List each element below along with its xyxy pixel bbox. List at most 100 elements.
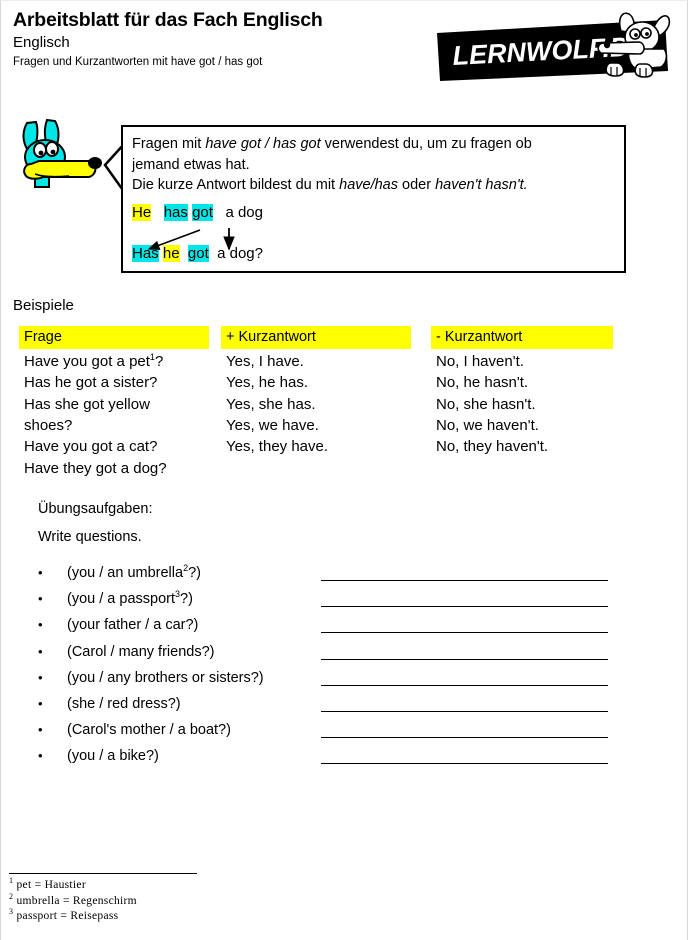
task-bullet-wrap: • (you / an umbrella2?): [38, 564, 201, 582]
page-title: Arbeitsblatt für das Fach Englisch: [13, 9, 323, 31]
worksheet-page: Arbeitsblatt für das Fach Englisch Engli…: [0, 0, 688, 940]
explanation-text-b: verwendest du, um zu fragen ob: [320, 136, 532, 152]
bullet-icon: •: [38, 565, 43, 580]
example-question-item: shoes?: [24, 416, 73, 434]
statement-word-got: got: [192, 203, 213, 221]
subject-label: Englisch: [13, 34, 70, 52]
exercises-instruction: Write questions.: [38, 529, 142, 545]
answer-line[interactable]: [321, 763, 608, 765]
example-positive-item: Yes, they have.: [226, 438, 329, 456]
task-bullet-wrap: • (you / a bike?): [38, 747, 159, 765]
example-negative-item: No, we haven't.: [436, 416, 539, 434]
question-word-got: got: [187, 245, 209, 263]
task-row: • (Carol / many friends?): [38, 643, 638, 669]
examples-column-negative: - Kurzantwort No, I haven't. No, he hasn…: [431, 326, 631, 479]
answer-line[interactable]: [321, 658, 608, 660]
exercises-label: Übungsaufgaben:: [38, 501, 153, 517]
example-negative-item: No, she hasn't.: [436, 395, 536, 413]
task-bullet-wrap: • (you / a passport3?): [38, 590, 193, 608]
task-text: (you / any brothers or sisters?): [67, 669, 264, 686]
example-positive-item: Yes, she has.: [226, 395, 316, 413]
task-text-main: (you / a passport: [67, 591, 175, 608]
explanation-text-a: Fragen mit: [132, 136, 206, 152]
example-statement-row: He has got a dog: [132, 202, 616, 223]
example-question-row: Has he got a dog?: [132, 243, 616, 264]
statement-word-tail: a dog: [225, 203, 263, 221]
footnote-item: 1 pet = Haustier: [9, 876, 309, 894]
task-row: • (your father / a car?): [38, 616, 638, 642]
answer-line[interactable]: [321, 606, 608, 608]
explanation-speech-bubble: Fragen mit have got / has got verwendest…: [121, 125, 626, 273]
answer-line[interactable]: [321, 737, 608, 739]
question-word-has: Has: [132, 245, 159, 263]
page-header: Arbeitsblatt für das Fach Englisch Engli…: [13, 9, 433, 70]
explanation-italic-have-has: have/has: [339, 177, 398, 194]
bullet-icon: •: [38, 591, 43, 607]
example-positive-item: Yes, we have.: [226, 416, 319, 434]
answer-line[interactable]: [321, 632, 608, 634]
examples-section-label: Beispiele: [13, 297, 74, 314]
bullet-icon: •: [38, 722, 43, 738]
footnote-text: pet = Haustier: [16, 879, 86, 891]
explanation-line-1: Fragen mit have got / has got verwendest…: [132, 134, 616, 155]
example-positive-item: Yes, I have.: [226, 353, 304, 371]
explanation-italic-havent-hasnt: haven't hasn't.: [435, 177, 528, 194]
example-question-item: Have they got a dog?: [24, 459, 167, 477]
lernwolf-logo[interactable]: LERNWOLF.DE: [435, 9, 679, 83]
dog-mascot-icon: [9, 117, 113, 197]
task-text-main: (you / an umbrella: [67, 565, 184, 581]
task-row: • (you / any brothers or sisters?): [38, 669, 638, 695]
footnote-number: 3: [9, 907, 14, 917]
mascot-pupil-left: [38, 150, 44, 156]
task-row: • (you / an umbrella2?): [38, 564, 638, 590]
footnote-number: 1: [9, 876, 14, 886]
footnote-text: umbrella = Regenschirm: [16, 894, 137, 907]
column-header-positive: + Kurzantwort: [221, 326, 411, 350]
answer-line[interactable]: [321, 580, 608, 581]
footnote-item: 2 umbrella = Regenschirm: [9, 892, 309, 910]
task-bullet-wrap: • (she / red dress?): [38, 695, 181, 713]
bullet-icon: •: [38, 695, 43, 711]
task-bullet-wrap: • (Carol / many friends?): [38, 643, 214, 661]
example-positive-item: Yes, he has.: [226, 374, 309, 392]
topic-label: Fragen und Kurzantworten mit have got / …: [13, 56, 263, 69]
statement-word-he: He: [132, 203, 152, 221]
examples-column-question: Frage Have you got a pet1? Has he got a …: [19, 326, 221, 479]
mascot-pupil-right: [50, 149, 56, 155]
example-question-text: Have you got a pet: [24, 353, 150, 371]
task-bullet-wrap: • (you / any brothers or sisters?): [38, 669, 264, 687]
bullet-icon: •: [38, 748, 43, 764]
bullet-icon: •: [38, 617, 43, 633]
task-bullet-wrap: • (your father / a car?): [38, 616, 198, 634]
bullet-icon: •: [38, 643, 43, 659]
task-text: (you / a bike?): [67, 748, 159, 765]
statement-word-has: has: [163, 203, 188, 221]
footnote-item: 3 passport = Reisepass: [9, 907, 309, 925]
answer-line[interactable]: [321, 710, 608, 712]
examples-table: Frage Have you got a pet1? Has he got a …: [19, 326, 659, 479]
explanation-line-2: jemand etwas hat.: [132, 156, 250, 173]
task-text: (she / red dress?): [67, 695, 181, 712]
task-row: • (you / a bike?): [38, 747, 638, 773]
footnote-separator: [9, 873, 197, 874]
bullet-icon: •: [38, 669, 43, 685]
example-question-item: Has he got a sister?: [24, 374, 158, 392]
task-row: • (you / a passport3?): [38, 590, 638, 616]
column-header-negative: - Kurzantwort: [431, 326, 613, 350]
example-question-item: Has she got yellow: [24, 395, 150, 413]
footnotes-section: 1 pet = Haustier 2 umbrella = Regenschir…: [9, 873, 309, 925]
explanation-text-c: Die kurze Antwort bildest du mit: [132, 177, 340, 194]
task-text: (Carol / many friends?): [67, 643, 215, 660]
task-text-suffix: ?): [188, 565, 201, 581]
example-question-item: Have you got a pet1?: [24, 352, 164, 371]
task-list: • (you / an umbrella2?) • (you / a passp…: [38, 564, 638, 774]
task-row: • (she / red dress?): [38, 695, 638, 721]
explanation-text-d: oder: [397, 177, 436, 194]
task-text: (Carol's mother / a boat?): [67, 722, 231, 739]
task-bullet-wrap: • (Carol's mother / a boat?): [38, 721, 231, 739]
example-negative-item: No, he hasn't.: [436, 374, 529, 392]
footnote-text: passport = Reisepass: [16, 910, 119, 923]
answer-line[interactable]: [321, 684, 608, 686]
question-word-tail: a dog?: [217, 245, 263, 263]
mascot-nose: [88, 157, 102, 169]
